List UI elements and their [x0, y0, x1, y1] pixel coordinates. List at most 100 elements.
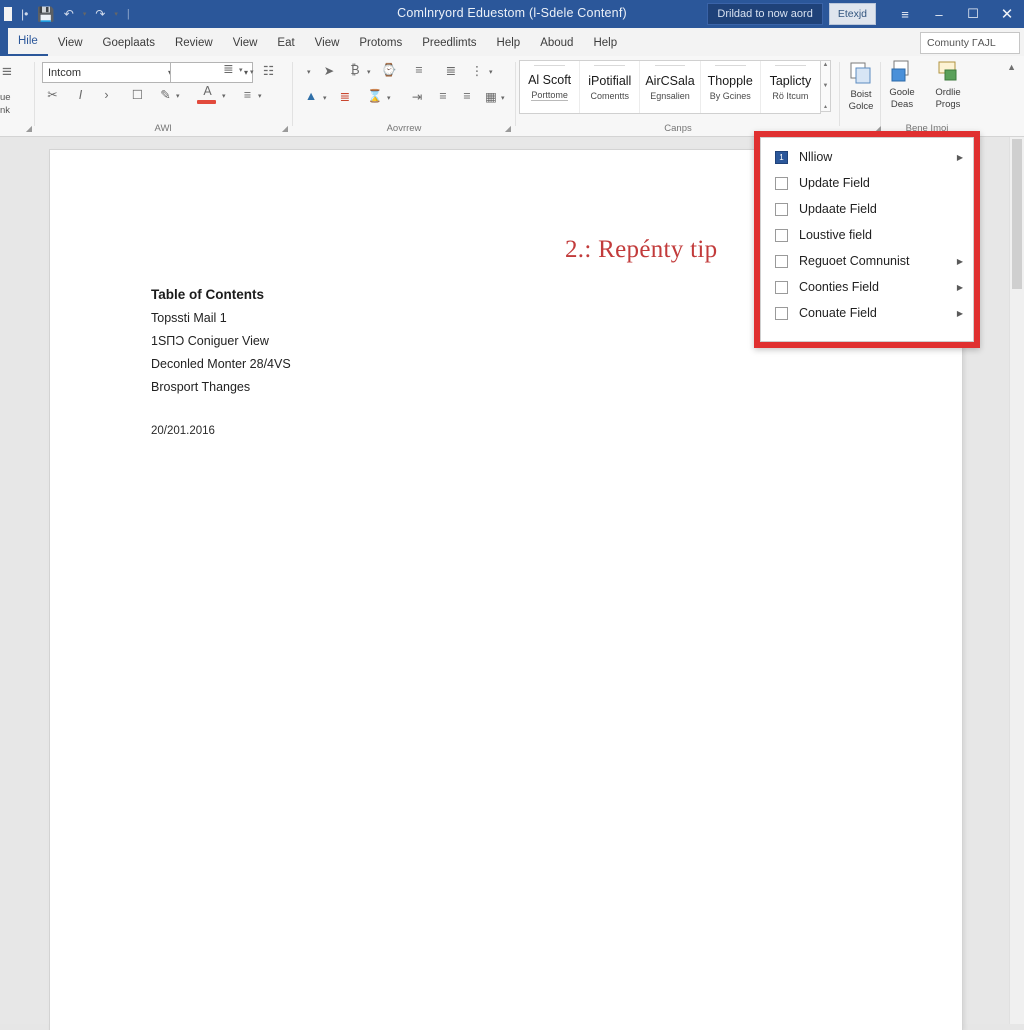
align-center-icon[interactable]: ≡ [459, 88, 475, 104]
format-painter-icon[interactable]: › [98, 86, 115, 103]
submenu-arrow-icon[interactable]: ▶ [957, 153, 963, 162]
button-label-line1: Goole [889, 87, 915, 98]
style-subtitle: Rö Itcum [772, 90, 809, 101]
insert-chart-icon[interactable]: ▦ [483, 88, 499, 104]
sort-icon[interactable]: ⌚ [381, 62, 397, 78]
numbering-caret-icon[interactable]: ▾ [258, 92, 262, 100]
bullets-caret-icon[interactable]: ▾ [239, 66, 243, 74]
tab-eat[interactable]: Eat [267, 30, 304, 56]
scroll-down-icon[interactable]: ▼ [823, 83, 829, 89]
clear-formatting-caret-icon[interactable]: ▾ [387, 94, 391, 102]
title-bar: |• 💾 ↶ ▾ ↷ ▾ | Comlnryord Eduestom (l-Sd… [0, 0, 1024, 28]
document-date: 20/201.2016 [151, 425, 215, 437]
submenu-arrow-icon[interactable]: ▶ [957, 283, 963, 292]
bullets-list-icon[interactable]: ≣ [220, 60, 237, 77]
font-dialog-launcher-icon[interactable]: ◢ [282, 124, 288, 133]
scroll-up-icon[interactable]: ▲ [823, 62, 829, 68]
line-spacing-icon[interactable]: ≣ [443, 62, 459, 78]
font-name-value: Intcom [48, 66, 82, 79]
clipboard-label-line2: nk [0, 105, 11, 116]
toc-entry[interactable]: Brosport Thanges [151, 380, 481, 394]
text-box-icon[interactable]: ☷ [260, 62, 277, 79]
toc-entry[interactable]: Deconled Monter 28/4VS [151, 357, 481, 371]
tab-review[interactable]: Review [165, 30, 223, 56]
tab-protoms[interactable]: Protoms [349, 30, 412, 56]
ordlie-progs-button[interactable]: Ordlie Progs [926, 60, 970, 110]
border-icon[interactable]: ☐ [129, 86, 146, 103]
para-more-caret-icon[interactable]: ▾ [307, 68, 311, 76]
shading-icon[interactable]: ₿ [347, 62, 363, 78]
submenu-arrow-icon[interactable]: ▶ [957, 309, 963, 318]
menu-item-loustive-field[interactable]: Loustive field [761, 222, 973, 248]
chart-caret-icon[interactable]: ▾ [501, 94, 505, 102]
checkbox-icon[interactable] [775, 254, 788, 268]
menu-item-update-field-2[interactable]: Updaate Field [761, 196, 973, 222]
style-item-3[interactable]: Thopple By Gcines [701, 61, 761, 113]
tab-goeplaats[interactable]: Goeplaats [93, 30, 165, 56]
shading-caret-icon[interactable]: ▾ [367, 68, 371, 76]
font-color-icon[interactable]: A [199, 84, 216, 98]
tab-hile[interactable]: Hile [8, 28, 48, 56]
numbering-list-icon[interactable]: ≡ [239, 86, 256, 103]
tab-view-3[interactable]: View [305, 30, 350, 56]
fill-color-icon[interactable]: ▲ [303, 88, 319, 104]
spacing-caret-icon[interactable]: ▾ [489, 68, 493, 76]
tab-help-1[interactable]: Help [487, 30, 531, 56]
style-item-0[interactable]: Al Scoft Porttome [520, 61, 581, 113]
clipboard-icon[interactable]: ≡ [2, 62, 12, 82]
tell-me-search-input[interactable]: Comunty ГAJL [920, 32, 1020, 54]
styles-more-icon[interactable]: ▴ [824, 103, 827, 110]
toc-entry[interactable]: 1SПƆ Coniguer View [151, 334, 481, 348]
style-item-2[interactable]: AirCSala Egnsalien [640, 61, 701, 113]
style-item-1[interactable]: iPotifiall Comentts [580, 61, 641, 113]
cut-scissors-icon[interactable]: ✂ [44, 86, 61, 103]
signin-button[interactable]: Etexjd [828, 3, 876, 25]
tab-view-1[interactable]: View [48, 30, 93, 56]
menu-item-coonties-field[interactable]: Coonties Field ▶ [761, 274, 973, 300]
paragraph-dialog-launcher-icon[interactable]: ◢ [505, 124, 511, 133]
menu-item-label: Loustive field [799, 228, 872, 242]
styles-gallery-scrollbar[interactable]: ▲ ▼ ▴ [820, 60, 831, 112]
menu-item-reguoet-comnunist[interactable]: Reguoet Comnunist ▶ [761, 248, 973, 274]
menu-item-update-field-1[interactable]: Update Field [761, 170, 973, 196]
indent-icon[interactable]: ⇥ [409, 88, 425, 104]
highlight-icon[interactable]: ✎ [157, 86, 174, 103]
menu-item-conuate-field[interactable]: Conuate Field ▶ [761, 300, 973, 326]
font-more-caret-icon[interactable]: ▾ [250, 68, 254, 76]
checkbox-icon[interactable] [775, 176, 788, 190]
tab-help-2[interactable]: Help [583, 30, 627, 56]
show-marks-icon[interactable]: ≡ [411, 62, 427, 78]
boist-golce-button[interactable]: Boist Golce [839, 62, 883, 112]
font-color-caret-icon[interactable]: ▾ [222, 92, 226, 100]
tab-aboud[interactable]: Aboud [530, 30, 583, 56]
highlight-caret-icon[interactable]: ▾ [176, 92, 180, 100]
checkbox-icon[interactable] [775, 280, 788, 294]
submenu-arrow-icon[interactable]: ▶ [957, 257, 963, 266]
styles-gallery[interactable]: Al Scoft Porttome iPotifiall Comentts Ai… [519, 60, 821, 114]
style-item-4[interactable]: Taplicty Rö Itcum [761, 61, 820, 113]
scrollbar-thumb[interactable] [1012, 139, 1022, 289]
style-title: Thopple [707, 73, 753, 88]
multilevel-list-icon[interactable]: ≣ [337, 88, 353, 104]
checkbox-icon[interactable] [775, 228, 788, 242]
font-name-combo[interactable]: Intcom ▾ [42, 62, 177, 83]
checkbox-icon[interactable] [775, 306, 788, 320]
upgrade-button[interactable]: Drildad to now aord [707, 3, 823, 25]
fill-caret-icon[interactable]: ▾ [323, 94, 327, 102]
tab-view-2[interactable]: View [223, 30, 268, 56]
clear-formatting-icon[interactable]: ⌛ [367, 88, 383, 104]
menu-item-nlliow[interactable]: 1 Nlliow ▶ [761, 144, 973, 170]
collapse-ribbon-icon[interactable]: ▲ [1007, 62, 1016, 72]
paragraph-spacing-icon[interactable]: ⋮ [469, 62, 485, 78]
toc-entry[interactable]: Topssti Mail 1 [151, 311, 481, 325]
align-left-icon[interactable]: ≡ [435, 88, 451, 104]
goole-deas-button[interactable]: Goole Deas [880, 60, 924, 110]
tab-preedlimts[interactable]: Preedlimts [412, 30, 486, 56]
checkbox-icon[interactable] [775, 202, 788, 216]
vertical-scrollbar[interactable] [1009, 137, 1024, 1024]
italic-icon[interactable]: I [72, 86, 89, 103]
font-color-swatch[interactable] [197, 100, 216, 104]
button-label-line2: Golce [848, 100, 874, 112]
clipboard-dialog-launcher-icon[interactable]: ◢ [26, 124, 32, 133]
bold-icon[interactable]: ➤ [321, 62, 337, 78]
